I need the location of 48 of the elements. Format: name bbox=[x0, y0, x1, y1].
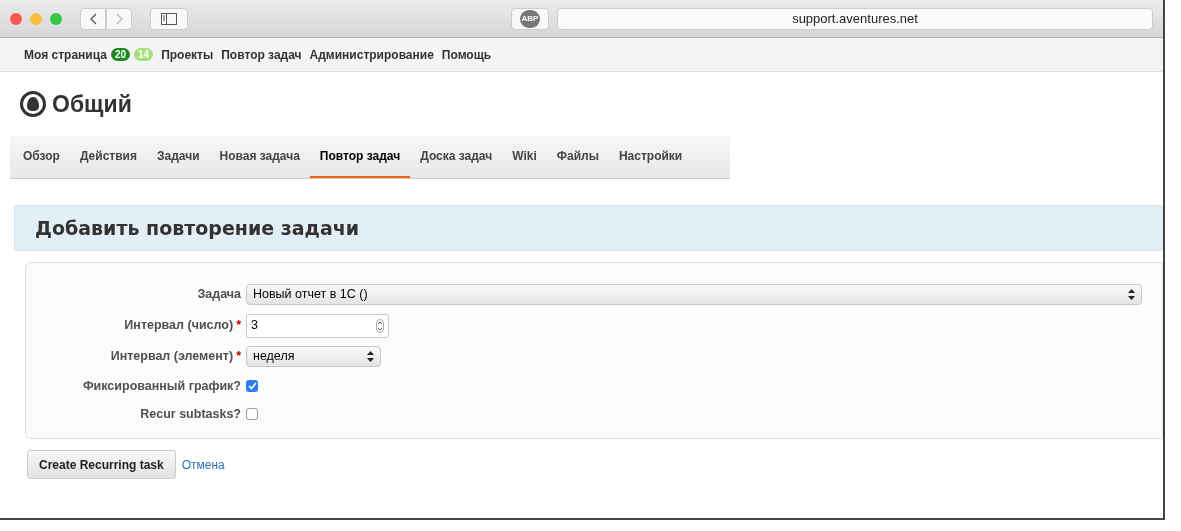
project-logo-icon bbox=[20, 91, 46, 117]
required-mark: * bbox=[236, 318, 241, 333]
spinner-icon bbox=[376, 318, 384, 333]
cancel-link[interactable]: Отмена bbox=[181, 455, 225, 474]
select-field[interactable]: Новый отчет в 1С () bbox=[246, 284, 1142, 305]
sidebar-button[interactable] bbox=[150, 7, 188, 30]
select-arrows-icon bbox=[1128, 289, 1135, 300]
adblock-icon: ABP bbox=[520, 9, 540, 28]
back-button[interactable] bbox=[80, 7, 106, 30]
field-label: Интервал (элемент) bbox=[110, 349, 234, 364]
adblock-button[interactable]: ABP bbox=[511, 7, 549, 30]
address-bar[interactable]: support.aventures.net bbox=[557, 7, 1153, 30]
maximize-icon[interactable] bbox=[50, 12, 62, 25]
close-icon[interactable] bbox=[10, 12, 22, 25]
forward-button[interactable] bbox=[106, 7, 132, 30]
nav-tab[interactable]: Настройки bbox=[608, 136, 693, 178]
menu-link[interactable]: Помощь bbox=[441, 45, 492, 64]
menu-link[interactable]: Повтор задач bbox=[221, 45, 302, 64]
checkbox[interactable] bbox=[246, 380, 258, 392]
nav-tab[interactable]: Обзор bbox=[13, 136, 70, 178]
chevron-left-icon bbox=[89, 12, 97, 25]
menu-link[interactable]: Администрирование bbox=[309, 45, 434, 64]
nav-tab[interactable]: Wiki bbox=[502, 136, 547, 178]
field-label: Интервал (число) bbox=[124, 318, 234, 333]
count-badge: 20 bbox=[110, 48, 130, 61]
nav-tab[interactable]: Действия bbox=[69, 136, 147, 178]
count-badge: 14 bbox=[134, 48, 154, 61]
field-label: Фиксированный график? bbox=[82, 378, 241, 393]
sidebar-icon bbox=[161, 12, 177, 25]
select-arrows-icon bbox=[367, 351, 374, 362]
panel-title: Добавить повторение задачи bbox=[35, 215, 360, 241]
nav-tab[interactable]: Повтор задач bbox=[309, 136, 411, 178]
project-title: Общий bbox=[52, 89, 132, 119]
create-button[interactable]: Create Recurring task bbox=[27, 450, 176, 479]
select-field[interactable]: неделя bbox=[246, 346, 381, 367]
nav-tab[interactable]: Файлы bbox=[546, 136, 609, 178]
checkbox[interactable] bbox=[246, 408, 258, 420]
required-mark: * bbox=[236, 349, 241, 364]
menu-link[interactable]: Проекты bbox=[161, 45, 214, 64]
chevron-right-icon bbox=[115, 12, 123, 25]
minimize-icon[interactable] bbox=[30, 12, 42, 25]
nav-tab[interactable]: Задачи bbox=[147, 136, 210, 178]
nav-tab[interactable]: Новая задача bbox=[209, 136, 310, 178]
field-label: Задача bbox=[197, 287, 241, 302]
field-label: Recur subtasks? bbox=[140, 406, 241, 421]
menu-link[interactable]: Моя страница bbox=[24, 45, 107, 64]
number-field[interactable]: 3 bbox=[246, 313, 389, 338]
nav-tab[interactable]: Доска задач bbox=[410, 136, 503, 178]
